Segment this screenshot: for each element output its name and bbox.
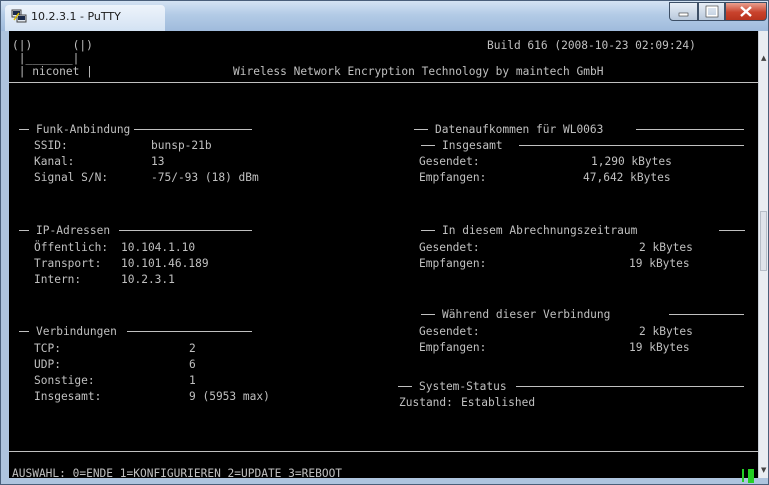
funk-heading: Funk-Anbindung [36,123,131,136]
close-button[interactable] [725,2,767,21]
sonstige-label: Sonstige: [34,374,95,387]
minimize-icon [678,12,689,17]
rule [119,230,252,231]
rule [516,386,744,387]
top-separator [9,82,758,83]
putty-window: 10.2.3.1 - PuTTY (|) (|) |_______| | nic… [0,0,769,485]
rule [19,129,29,130]
daten-heading: Datenaufkommen für WL0063 [435,123,604,136]
conn-sent-value: 2 kBytes [639,325,693,338]
total-sent-label: Gesendet: [419,155,480,168]
minimize-button[interactable] [669,2,698,21]
total-recv-label: Empfangen: [419,171,487,184]
rule [19,230,29,231]
rule [719,230,745,231]
period-sent-label: Gesendet: [419,241,480,254]
insgesamt-value: 9 (5953 max) [189,390,270,403]
ip-heading: IP-Adressen [36,224,111,237]
zustand-label: Zustand: [399,396,453,409]
logo-line-2: |_______| [12,52,80,65]
vertical-scrollbar[interactable]: ▲ ▼ [758,31,768,478]
tcp-label: TCP: [34,342,61,355]
zustand-value: Established [461,396,536,409]
offentlich-value: 10.104.1.10 [121,241,196,254]
rule [519,145,744,146]
period-sent-value: 2 kBytes [639,241,693,254]
terminal-screen[interactable]: (|) (|) |_______| | niconet | Build 616 … [9,31,758,483]
maximize-icon [705,5,719,18]
verbindungen-heading: Verbindungen [36,325,117,338]
kanal-label: Kanal: [34,155,75,168]
conn-sent-label: Gesendet: [419,325,480,338]
ssid-label: SSID: [34,139,68,152]
window-title: 10.2.3.1 - PuTTY [31,10,121,23]
menu-prompt: AUSWAHL: 0=ENDE 1=KONFIGURIEREN 2=UPDATE… [12,467,343,480]
period-heading: In diesem Abrechnungszeitraum [442,224,638,237]
udp-value: 6 [189,358,196,371]
insgesamt-label: Insgesamt: [34,390,102,403]
tagline: Wireless Network Encryption Technology b… [233,65,604,78]
sonstige-value: 1 [189,374,196,387]
transport-label: Transport: [34,257,102,270]
rule [421,145,435,146]
status-heading: System-Status [419,380,507,393]
total-heading: Insgesamt [442,139,503,152]
build-info: Build 616 (2008-10-23 02:09:24) [487,39,696,52]
logo-line-3: | niconet | [12,65,93,78]
rule [421,314,435,315]
cursor-bracket [742,469,747,482]
tcp-value: 2 [189,342,196,355]
period-recv-label: Empfangen: [419,257,487,270]
ssid-value: bunsp-21b [151,139,212,152]
logo-line-1: (|) (|) [12,39,93,52]
udp-label: UDP: [34,358,61,371]
rule [669,314,744,315]
maximize-button[interactable] [698,2,725,21]
rule [127,331,252,332]
scroll-down-icon[interactable]: ▼ [761,466,766,474]
rule [421,230,435,231]
kanal-value: 13 [151,155,165,168]
putty-app-icon[interactable] [11,9,27,23]
conn-recv-value: 19 kBytes [629,341,690,354]
conn-heading: Während dieser Verbindung [442,308,611,321]
close-icon [740,6,752,17]
conn-recv-label: Empfangen: [419,341,487,354]
rule [398,386,412,387]
bottom-separator [9,451,758,452]
rule [636,129,744,130]
transport-value: 10.101.46.189 [121,257,209,270]
text-cursor [748,469,754,483]
period-recv-value: 19 kBytes [629,257,690,270]
intern-value: 10.2.3.1 [121,273,175,286]
signal-label: Signal S/N: [34,171,109,184]
title-bar[interactable]: 10.2.3.1 - PuTTY [1,1,768,31]
scroll-thumb[interactable] [760,211,767,271]
total-recv-value: 47,642 kBytes [583,171,671,184]
rule [414,129,428,130]
rule [19,331,29,332]
rule [134,129,252,130]
scroll-up-icon[interactable]: ▲ [761,54,766,62]
signal-value: -75/-93 (18) dBm [151,171,259,184]
offentlich-label: Öffentlich: [34,241,109,254]
total-sent-value: 1,290 kBytes [591,155,672,168]
intern-label: Intern: [34,273,82,286]
